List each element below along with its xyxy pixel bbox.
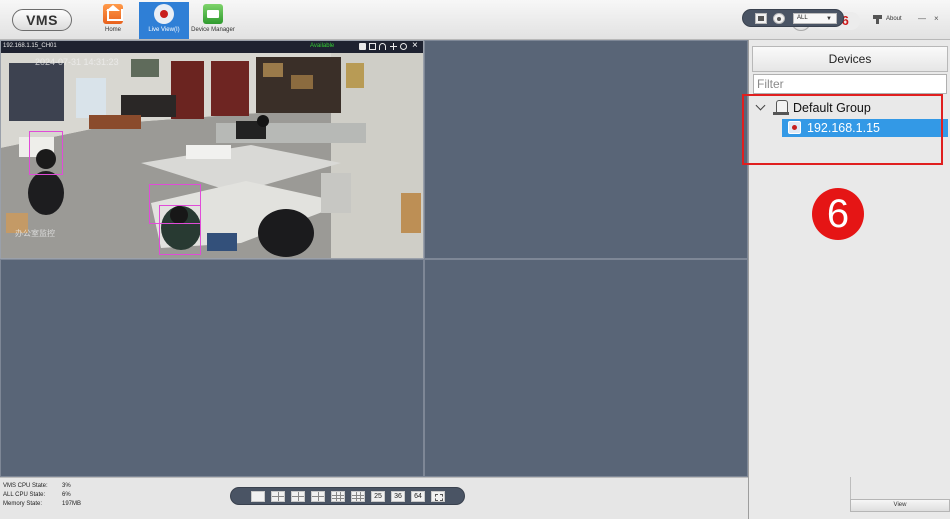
ptz-icon[interactable] — [390, 43, 397, 50]
memory-label: Memory State: — [3, 501, 43, 507]
step-number-badge: 6 — [812, 188, 864, 240]
close-tile-icon[interactable]: × — [412, 41, 420, 51]
annotation-highlight-box — [742, 94, 943, 165]
view-tab-button[interactable]: View — [850, 499, 950, 512]
channel-status: Available — [310, 43, 335, 49]
video-tile-1[interactable]: 2024-07-31 14:31:23 办公室监控 192.168.1.15_C… — [0, 40, 424, 259]
home-icon — [103, 4, 123, 24]
channel-name: 192.168.1.15_CH01 — [3, 43, 57, 49]
video-tile-4[interactable] — [424, 259, 748, 477]
memory-value: 197MB — [62, 501, 82, 507]
layout-8-button[interactable] — [311, 491, 325, 502]
layout-16-button[interactable] — [351, 491, 365, 502]
vms-cpu-label: VMS CPU State: — [3, 483, 48, 489]
gear-icon[interactable] — [773, 13, 785, 24]
stream-select-value: ALL — [797, 15, 808, 21]
nav-live-view-button[interactable]: Live View(I) — [139, 2, 189, 39]
audio-icon[interactable] — [379, 43, 386, 50]
stream-type-select[interactable]: ALL ▼ — [793, 13, 837, 24]
layout-4-button[interactable] — [271, 491, 285, 502]
layout-64-button[interactable]: 64 — [411, 491, 425, 502]
save-icon[interactable] — [755, 13, 767, 24]
about-link[interactable]: About — [886, 16, 902, 22]
camera-feed-image — [1, 53, 423, 258]
device-manager-icon — [203, 4, 223, 24]
record-icon[interactable] — [359, 43, 366, 50]
detection-box-person-3 — [149, 184, 201, 224]
video-tile-toolbar: 192.168.1.15_CH01 Available × — [1, 41, 423, 53]
nav-device-manager-label: Device Manager — [191, 27, 235, 33]
layout-9-button[interactable] — [331, 491, 345, 502]
bottom-bar: VMS CPU State: 3% ALL CPU State: 6% Memo… — [0, 477, 748, 519]
snapshot-icon[interactable] — [369, 43, 376, 50]
layout-1-button[interactable] — [251, 491, 265, 502]
layout-6-button[interactable] — [291, 491, 305, 502]
device-filter-input[interactable] — [753, 74, 947, 94]
devices-panel: Devices Default Group 192.168.1.15 6 Vie… — [742, 40, 950, 519]
camera-icon — [154, 4, 174, 24]
nav-home-button[interactable]: Home — [88, 2, 138, 39]
app-logo: VMS — [12, 9, 72, 31]
video-tile-2[interactable] — [424, 40, 748, 259]
layout-36-button[interactable]: 36 — [391, 491, 405, 502]
detection-box-person-1 — [29, 131, 63, 175]
zoom-icon[interactable] — [400, 43, 407, 50]
fullscreen-icon[interactable] — [431, 491, 445, 502]
video-tile-3[interactable] — [0, 259, 424, 477]
nav-home-label: Home — [104, 27, 121, 33]
devices-panel-title: Devices — [752, 46, 948, 72]
stream-toolbar: ALL ▼ — [742, 9, 844, 27]
dropdown-arrow-icon: ▼ — [826, 16, 832, 22]
osd-timestamp: 2024-07-31 14:31:23 — [35, 57, 119, 67]
layout-toolbar: 25 36 64 — [230, 487, 465, 505]
all-cpu-value: 6% — [62, 492, 71, 498]
video-grid: 2024-07-31 14:31:23 办公室监控 192.168.1.15_C… — [0, 40, 748, 477]
panel-divider — [850, 477, 851, 499]
all-cpu-label: ALL CPU State: — [3, 492, 46, 498]
layout-25-button[interactable]: 25 — [371, 491, 385, 502]
osd-watermark: 办公室监控 — [15, 229, 55, 238]
nav-live-view-label: Live View(I) — [148, 27, 180, 33]
nav-device-manager-button[interactable]: Device Manager — [188, 2, 238, 39]
close-window-button[interactable]: × — [934, 14, 939, 23]
vms-cpu-value: 3% — [62, 483, 71, 489]
minimize-button[interactable]: — — [918, 14, 926, 23]
about-icon[interactable] — [873, 15, 882, 24]
